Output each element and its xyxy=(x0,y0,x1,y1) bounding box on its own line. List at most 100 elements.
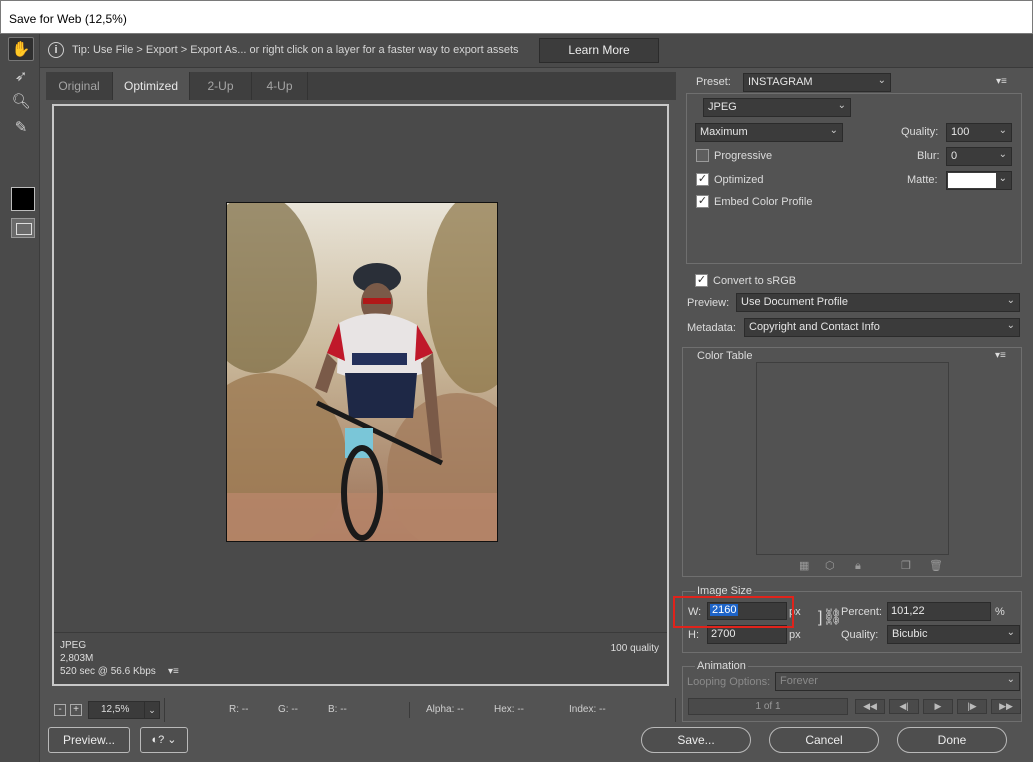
tab-original[interactable]: Original xyxy=(46,72,113,100)
preview-button[interactable]: Preview... xyxy=(48,727,130,753)
blur-input[interactable]: 0 ⌄ xyxy=(946,147,1012,166)
eyedropper-color-swatch[interactable] xyxy=(11,187,35,211)
last-frame-icon[interactable]: ▶▶ xyxy=(991,699,1021,714)
percent-input[interactable]: 101,22 xyxy=(887,602,991,621)
info-quality: 100 quality xyxy=(610,643,659,654)
tab-optimized[interactable]: Optimized xyxy=(113,72,190,100)
readout-hex: Hex: -- xyxy=(494,704,524,715)
preview-image xyxy=(226,202,498,542)
help-icon: ◐? xyxy=(151,734,165,746)
lock-icon[interactable]: 🔒︎ xyxy=(855,561,866,572)
optimized-checkbox[interactable]: ✓ xyxy=(696,173,709,186)
color-table-menu-icon[interactable]: ▾≡ xyxy=(995,350,1006,361)
info-download-time: 520 sec @ 56.6 Kbps xyxy=(60,666,156,677)
tab-2-up[interactable]: 2-Up xyxy=(190,72,252,100)
matte-color-swatch xyxy=(948,173,996,188)
percent-value: 101,22 xyxy=(891,605,925,617)
eyedropper-tool-icon[interactable]: ✎ xyxy=(8,116,34,140)
new-color-icon[interactable]: ❐ xyxy=(901,561,912,572)
chevron-down-icon: ⌄ xyxy=(998,149,1007,160)
blur-label: Blur: xyxy=(917,150,940,162)
divider xyxy=(409,702,410,718)
chevron-down-icon: ⌄ xyxy=(144,702,159,718)
zoom-out-button[interactable]: - xyxy=(54,704,66,716)
status-bar: - + 12,5% ⌄ R: -- G: -- B: -- Alpha: -- H… xyxy=(46,698,676,724)
color-table-grid[interactable] xyxy=(756,362,949,555)
preview-info-bar: JPEG 2,803M 520 sec @ 56.6 Kbps ▾≡ 100 q… xyxy=(54,632,667,684)
quality-label: Quality: xyxy=(901,126,939,138)
chevron-down-icon: ⌄ xyxy=(829,125,838,136)
embed-color-profile-checkbox[interactable]: ✓ xyxy=(696,195,709,208)
readout-alpha: Alpha: -- xyxy=(426,704,464,715)
quality-input[interactable]: 100 ⌄ xyxy=(946,123,1012,142)
download-speed-menu-icon[interactable]: ▾≡ xyxy=(168,666,179,677)
color-table-title: Color Table xyxy=(695,350,755,362)
progressive-label: Progressive xyxy=(714,150,773,162)
slice-select-tool-icon[interactable]: ➶ xyxy=(8,65,34,89)
learn-more-button[interactable]: Learn More xyxy=(539,38,659,63)
quality-preset-value: Maximum xyxy=(700,126,748,138)
convert-srgb-checkbox[interactable]: ✓ xyxy=(695,274,708,287)
looping-select[interactable]: Forever ⌄ xyxy=(775,672,1020,691)
looping-value: Forever xyxy=(780,675,818,687)
readout-index: Index: -- xyxy=(569,704,606,715)
quality-value: 100 xyxy=(951,126,970,138)
metadata-value: Copyright and Contact Info xyxy=(749,321,880,333)
done-button[interactable]: Done xyxy=(897,727,1007,753)
info-size: 2,803M xyxy=(60,653,94,664)
toggle-slices-icon[interactable] xyxy=(11,218,35,238)
height-unit: px xyxy=(789,629,801,641)
preview-profile-value: Use Document Profile xyxy=(741,296,848,308)
play-icon[interactable]: ▶ xyxy=(923,699,953,714)
height-label: H: xyxy=(688,629,699,641)
progressive-checkbox[interactable] xyxy=(696,149,709,162)
web-snap-icon[interactable]: ▦ xyxy=(799,561,810,572)
trash-icon[interactable]: 🗑︎ xyxy=(929,561,943,572)
zoom-select[interactable]: 12,5% ⌄ xyxy=(88,701,160,719)
animation-title: Animation xyxy=(695,660,748,672)
preview-label: Preview: xyxy=(687,297,730,309)
optimize-menu-icon[interactable]: ▾≡ xyxy=(996,76,1007,87)
format-select[interactable]: JPEG ⌄ xyxy=(703,98,851,117)
first-frame-icon[interactable]: ◀◀ xyxy=(855,699,885,714)
readout-g: G: -- xyxy=(278,704,298,715)
window-title: Save for Web (12,5%) xyxy=(9,12,127,26)
readout-r: R: -- xyxy=(229,704,249,715)
title-bar: Save for Web (12,5%) xyxy=(0,0,1033,34)
hand-tool-icon[interactable]: ✋ xyxy=(8,37,34,61)
percent-unit: % xyxy=(995,606,1005,618)
matte-select[interactable]: ⌄ xyxy=(946,171,1012,190)
quality-preset-select[interactable]: Maximum ⌄ xyxy=(695,123,843,142)
embed-color-profile-label: Embed Color Profile xyxy=(714,196,813,208)
next-frame-icon[interactable]: |▶ xyxy=(957,699,987,714)
resample-quality-select[interactable]: Bicubic ⌄ xyxy=(887,625,1020,644)
link-constrain-icon[interactable]: ]⛓︎ xyxy=(818,610,843,626)
preset-label: Preset: xyxy=(696,76,731,88)
zoom-in-button[interactable]: + xyxy=(70,704,82,716)
frame-counter: 1 of 1 xyxy=(688,698,848,715)
format-settings-group: JPEG ⌄ Maximum ⌄ Quality: 100 ⌄ Progressive… xyxy=(686,93,1022,264)
cancel-button[interactable]: Cancel xyxy=(769,727,879,753)
info-format: JPEG xyxy=(60,640,87,651)
resample-quality-label: Quality: xyxy=(841,629,879,641)
matte-label: Matte: xyxy=(907,174,938,186)
preview-profile-select[interactable]: Use Document Profile ⌄ xyxy=(736,293,1020,312)
tip-text: Tip: Use File > Export > Export As... or… xyxy=(72,44,519,56)
cube-icon[interactable]: ⬡ xyxy=(825,561,836,572)
height-value: 2700 xyxy=(711,628,736,640)
metadata-select[interactable]: Copyright and Contact Info ⌄ xyxy=(744,318,1020,337)
metadata-label: Metadata: xyxy=(687,322,736,334)
highlight-box xyxy=(673,596,794,628)
tab-4-up[interactable]: 4-Up xyxy=(252,72,308,100)
device-preview-button[interactable]: ◐? ⌄ xyxy=(140,727,188,753)
preview-canvas[interactable]: JPEG 2,803M 520 sec @ 56.6 Kbps ▾≡ 100 q… xyxy=(52,104,669,686)
previous-frame-icon[interactable]: ◀| xyxy=(889,699,919,714)
looping-label: Looping Options: xyxy=(687,676,771,688)
chevron-down-icon: ⌄ xyxy=(167,734,177,746)
chevron-down-icon: ⌄ xyxy=(837,100,846,111)
zoom-tool-icon[interactable]: 🔍︎ xyxy=(8,90,34,114)
optimized-label: Optimized xyxy=(714,174,764,186)
preset-select[interactable]: INSTAGRAM ⌄ xyxy=(743,73,891,92)
save-button[interactable]: Save... xyxy=(641,727,751,753)
readout-b: B: -- xyxy=(328,704,347,715)
